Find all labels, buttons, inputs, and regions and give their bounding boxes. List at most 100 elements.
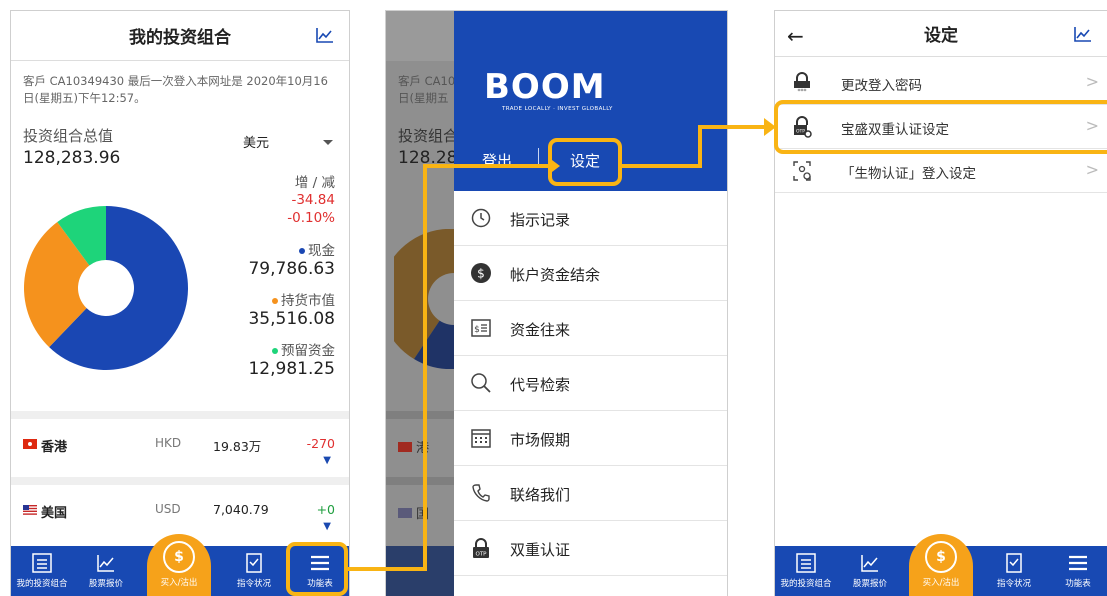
highlight-2fa-setting bbox=[774, 100, 1107, 154]
hk-flag-icon bbox=[23, 439, 37, 449]
divider bbox=[386, 477, 454, 485]
market-currency: USD bbox=[155, 502, 181, 516]
setting-change-password[interactable]: *** 更改登入密码 > bbox=[775, 61, 1107, 105]
menu-item-balance[interactable]: $ 帐户资金结余 bbox=[454, 246, 727, 301]
chevron-down-icon[interactable] bbox=[323, 140, 333, 145]
menu-item-label: 联络我们 bbox=[510, 486, 571, 504]
setting-label: 更改登入密码 bbox=[841, 78, 922, 94]
menu-item-label: 市场假期 bbox=[510, 431, 571, 449]
menu-item-contact[interactable]: 联络我们 bbox=[454, 466, 727, 521]
hamburger-icon bbox=[1069, 555, 1087, 571]
divider bbox=[386, 411, 454, 419]
reserved-label: 预留资金 bbox=[281, 343, 335, 359]
dim-header bbox=[386, 11, 454, 61]
otp-lock-icon: OTP bbox=[473, 538, 489, 558]
trade-button[interactable]: $ 买入/沽出 bbox=[147, 534, 211, 596]
side-menu: BOOM TRADE LOCALLY · INVEST GLOBALLY 登出 … bbox=[454, 11, 727, 596]
market-row-hk[interactable]: 香港 HKD 19.83万 -270 ▼ bbox=[11, 419, 349, 477]
dimmed-market-label: 港 bbox=[416, 441, 430, 456]
market-change: +0 bbox=[316, 502, 335, 517]
dimmed-total-value: 128.28 bbox=[398, 148, 458, 168]
chart-icon bbox=[97, 555, 114, 572]
menu-item-history[interactable]: 指示记录 bbox=[454, 191, 727, 246]
dimmed-market-hk: 港 bbox=[398, 437, 429, 456]
currency-select[interactable]: 美元 bbox=[243, 132, 269, 151]
biometric-icon bbox=[793, 161, 811, 181]
divider bbox=[11, 411, 349, 419]
page-title: 设定 bbox=[924, 26, 958, 46]
change-label: 增 / 减 bbox=[294, 175, 335, 191]
chevron-down-icon[interactable]: ▼ bbox=[323, 521, 331, 532]
trade-button[interactable]: $ 买入/沽出 bbox=[909, 534, 973, 596]
market-value: 7,040.79 bbox=[213, 502, 269, 517]
dimmed-text: 客戶 CA10 日(星期五 bbox=[398, 74, 456, 105]
order-status-icon bbox=[1006, 553, 1022, 573]
market-change: -270 bbox=[306, 436, 335, 451]
cash-label: 现金 bbox=[308, 243, 335, 259]
portfolio-header: 我的投资组合 bbox=[11, 11, 349, 61]
back-arrow-icon[interactable]: ← bbox=[787, 24, 804, 48]
setting-biometric[interactable]: 「生物认证」登入设定 > bbox=[775, 149, 1107, 193]
change-amount: -34.84 bbox=[291, 192, 335, 208]
portfolio-screen: 我的投资组合 客戶 CA10349430 最后一次登入本网址是 2020年10月… bbox=[10, 10, 350, 596]
market-currency: HKD bbox=[155, 436, 182, 450]
setting-label: 「生物认证」登入设定 bbox=[841, 166, 976, 182]
trade-label: 买入/沽出 bbox=[922, 578, 960, 588]
tab-label: 指令状况 bbox=[996, 579, 1031, 589]
dollar-icon: $ bbox=[471, 263, 491, 283]
total-value-label: 投资组合总值 bbox=[23, 127, 114, 145]
tab-label: 股票报价 bbox=[88, 579, 123, 589]
logout-link[interactable]: 登出 bbox=[482, 150, 512, 171]
trade-icon: $ bbox=[925, 541, 957, 573]
tab-portfolio[interactable]: 我的投资组合 bbox=[775, 546, 837, 596]
search-icon bbox=[471, 373, 491, 393]
phone-icon bbox=[472, 484, 490, 502]
chart-icon[interactable] bbox=[1073, 25, 1093, 43]
cash-legend: 现金 bbox=[248, 239, 335, 259]
settings-header: ← 设定 bbox=[775, 11, 1107, 57]
svg-text:$: $ bbox=[474, 325, 480, 335]
chart-icon[interactable] bbox=[315, 26, 335, 44]
market-name: 美国 bbox=[41, 506, 68, 521]
dimmed-market-us: 国 bbox=[398, 503, 429, 522]
tab-menu[interactable]: 功能表 bbox=[1047, 546, 1107, 596]
menu-item-search[interactable]: 代号检索 bbox=[454, 356, 727, 411]
logo-tagline: TRADE LOCALLY · INVEST GLOBALLY bbox=[502, 106, 613, 112]
tab-portfolio[interactable]: 我的投资组合 bbox=[11, 546, 73, 596]
tab-quotes[interactable]: 股票报价 bbox=[839, 546, 901, 596]
tab-orders[interactable]: 指令状况 bbox=[223, 546, 285, 596]
menu-item-holidays[interactable]: 市场假期 bbox=[454, 411, 727, 466]
trade-icon: $ bbox=[163, 541, 195, 573]
chevron-right-icon: > bbox=[1085, 72, 1099, 91]
dimmed-market-label: 国 bbox=[416, 507, 430, 522]
tab-orders[interactable]: 指令状况 bbox=[983, 546, 1045, 596]
divider bbox=[11, 477, 349, 485]
settings-screen: ← 设定 *** 更改登入密码 > OTP 宝盛双重认证设定 > 「生物认证」登… bbox=[774, 10, 1107, 596]
menu-item-2fa[interactable]: OTP 双重认证 bbox=[454, 521, 727, 576]
page-title: 我的投资组合 bbox=[129, 28, 231, 48]
tab-quotes[interactable]: 股票报价 bbox=[75, 546, 137, 596]
portfolio-donut-chart bbox=[24, 206, 188, 370]
trade-label: 买入/沽出 bbox=[160, 578, 198, 588]
calendar-icon bbox=[471, 429, 491, 448]
dimmed-donut bbox=[394, 229, 454, 369]
svg-text:***: *** bbox=[798, 88, 807, 94]
tab-label: 我的投资组合 bbox=[780, 579, 832, 589]
highlight-settings-link bbox=[548, 138, 622, 186]
menu-item-label: 代号检索 bbox=[510, 376, 571, 394]
market-value: 19.83万 bbox=[213, 439, 262, 454]
total-value: 128,283.96 bbox=[23, 148, 121, 168]
market-name: 香港 bbox=[41, 440, 68, 455]
holdings-value: 35,516.08 bbox=[248, 309, 335, 329]
tab-label: 我的投资组合 bbox=[16, 579, 68, 589]
menu-item-transfer[interactable]: $ 资金往来 bbox=[454, 301, 727, 356]
transfer-icon: $ bbox=[471, 319, 491, 337]
tab-label: 股票报价 bbox=[852, 579, 887, 589]
boom-logo: BOOM bbox=[484, 67, 606, 107]
menu-item-label: 帐户资金结余 bbox=[510, 266, 601, 284]
side-menu-screen: 客戶 CA10 日(星期五 投资组合 128.28 港 国 BOOM TRADE… bbox=[385, 10, 728, 596]
dimmed-login-info: 客戶 CA10 日(星期五 bbox=[398, 73, 455, 107]
us-flag-icon bbox=[23, 505, 37, 515]
menu-item-label: 资金往来 bbox=[510, 321, 571, 339]
chevron-down-icon[interactable]: ▼ bbox=[323, 455, 331, 466]
